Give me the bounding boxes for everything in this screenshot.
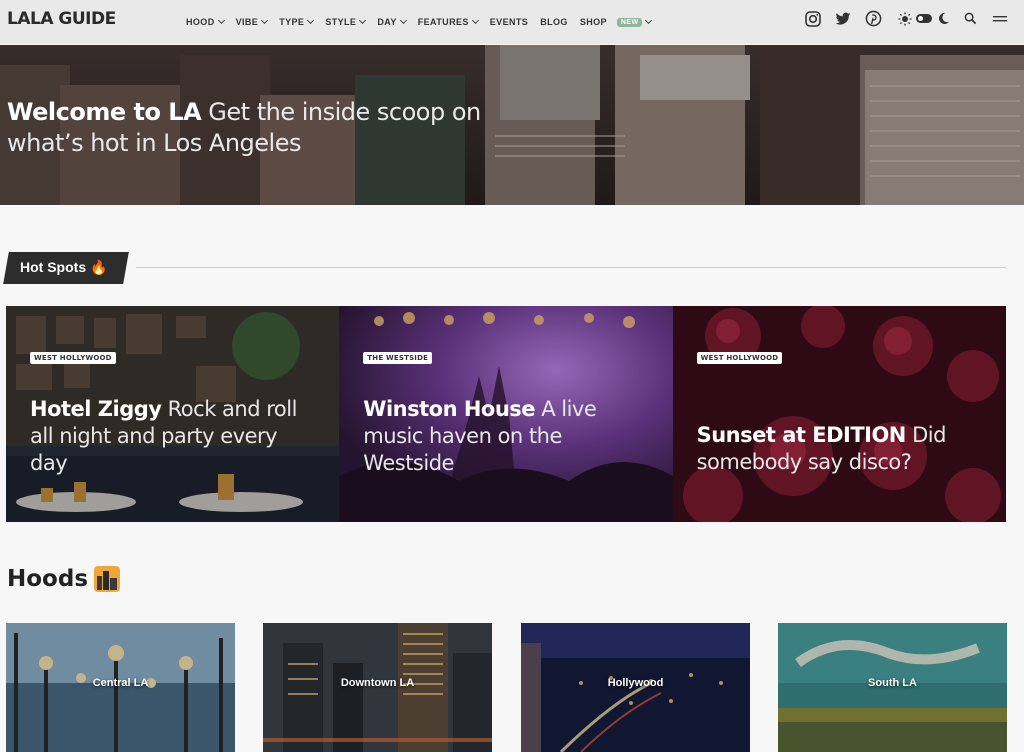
hoods-title-text: Hoods <box>7 566 89 592</box>
chevron-down-icon <box>217 16 225 25</box>
hot-spot-card[interactable]: WEST HOLLYWOOD Sunset at EDITION Did som… <box>672 306 1006 522</box>
hot-spots-header: Hot Spots 🔥 <box>3 252 1006 284</box>
chevron-down-icon <box>471 16 479 25</box>
venue-name: Winston House <box>363 397 536 421</box>
hot-spot-card[interactable]: THE WESTSIDE Winston House A live music … <box>339 306 673 522</box>
chevron-down-icon <box>399 16 407 25</box>
hood-label: South LA <box>868 677 917 689</box>
neighborhood-badge[interactable]: THE WESTSIDE <box>363 352 433 364</box>
venue-name: Sunset at EDITION <box>696 423 907 447</box>
sun-icon <box>898 12 912 26</box>
chevron-down-icon <box>261 16 269 25</box>
instagram-icon[interactable] <box>804 10 822 28</box>
section-title: Hot Spots 🔥 <box>20 259 108 275</box>
new-badge: NEW <box>616 17 643 27</box>
menu-item-type[interactable]: TYPE <box>279 16 315 27</box>
menu-item-label: BLOG <box>540 17 568 27</box>
menu-item-new[interactable]: NEW <box>616 16 653 27</box>
divider <box>136 267 1006 268</box>
search-icon[interactable] <box>964 12 977 25</box>
hero-title: Welcome to LA <box>7 98 202 126</box>
neighborhood-badge[interactable]: WEST HOLLYWOOD <box>30 352 116 364</box>
menu-item-label: STYLE <box>325 17 357 27</box>
card-caption: Winston House A live music haven on the … <box>363 396 653 477</box>
menu-item-blog[interactable]: BLOG <box>540 17 568 27</box>
menu-item-events[interactable]: EVENTS <box>490 17 528 27</box>
menu-item-label: FEATURES <box>417 17 469 27</box>
twitter-icon[interactable] <box>835 11 851 27</box>
chevron-down-icon <box>307 16 315 25</box>
cityscape-icon <box>94 566 121 592</box>
menu-item-label: EVENTS <box>489 17 529 27</box>
menu-item-label: VIBE <box>235 17 259 27</box>
moon-icon <box>939 12 950 25</box>
menu-item-shop[interactable]: SHOP <box>580 17 607 27</box>
menu-item-features[interactable]: FEATURES <box>417 16 479 27</box>
menu-item-label: HOOD <box>186 17 215 27</box>
dark-mode-toggle[interactable] <box>916 14 932 23</box>
hood-card-south-la[interactable]: South LA <box>778 623 1007 752</box>
menu-icon[interactable] <box>993 14 1007 24</box>
main-menu: HOOD VIBE TYPE STYLE DAY FEATURES EVENTS… <box>186 0 663 44</box>
site-logo[interactable]: LALA GUIDE <box>7 9 116 29</box>
hood-label: Downtown LA <box>340 677 415 689</box>
menu-item-hood[interactable]: HOOD <box>186 16 225 27</box>
neighborhood-badge[interactable]: WEST HOLLYWOOD <box>696 352 783 364</box>
menu-item-label: SHOP <box>579 17 607 27</box>
chevron-down-icon <box>645 16 653 25</box>
hood-card-central-la[interactable]: Central LA <box>6 623 235 752</box>
menu-item-style[interactable]: STYLE <box>325 16 367 27</box>
hot-spots-cards: WEST HOLLYWOOD Hotel Ziggy Rock and roll… <box>6 306 1006 522</box>
hero-banner[interactable]: Welcome to LA Get the inside scoop on wh… <box>0 45 1024 205</box>
hood-card-hollywood[interactable]: Hollywood <box>521 623 750 752</box>
menu-item-label: TYPE <box>279 17 305 27</box>
pinterest-icon[interactable] <box>865 10 882 27</box>
card-caption: Sunset at EDITION Did somebody say disco… <box>697 422 987 476</box>
menu-item-day[interactable]: DAY <box>377 16 407 27</box>
hood-card-downtown-la[interactable]: Downtown LA <box>263 623 492 752</box>
card-image <box>672 306 1006 522</box>
venue-name: Hotel Ziggy <box>30 397 162 421</box>
hoods-heading: Hoods <box>7 566 121 592</box>
hood-label: Central LA <box>92 677 149 689</box>
card-caption: Hotel Ziggy Rock and roll all night and … <box>30 396 320 477</box>
hood-label: Hollywood <box>607 677 664 689</box>
hoods-grid: Central LA Downtown LA Hollywood South L… <box>6 623 1007 752</box>
toggle-knob <box>918 16 923 21</box>
chevron-down-icon <box>359 16 367 25</box>
menu-item-vibe[interactable]: VIBE <box>235 16 269 27</box>
hot-spot-card[interactable]: WEST HOLLYWOOD Hotel Ziggy Rock and roll… <box>6 306 340 522</box>
hero-headline: Welcome to LA Get the inside scoop on wh… <box>7 97 507 159</box>
menu-item-label: DAY <box>377 17 397 27</box>
